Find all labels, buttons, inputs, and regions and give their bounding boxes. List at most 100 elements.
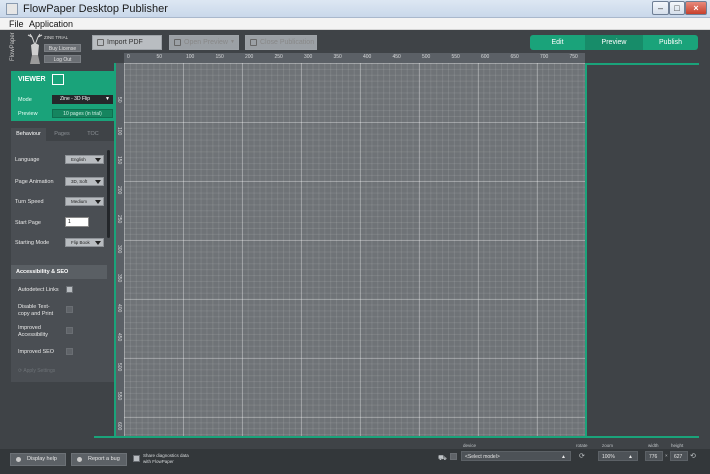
close-window-button[interactable]: × xyxy=(685,1,707,15)
preview-mode-button[interactable]: Preview xyxy=(585,35,643,50)
tab-pages[interactable]: Pages xyxy=(46,128,78,141)
canvas-edge-top xyxy=(587,63,699,65)
minimize-button[interactable]: – xyxy=(652,1,669,15)
width-input[interactable]: 776 xyxy=(645,451,663,461)
rotate-icon[interactable]: ⟳ xyxy=(579,452,585,460)
tab-behaviour[interactable]: Behaviour xyxy=(11,128,46,141)
canvas-edge-right xyxy=(585,63,587,437)
ruler-top-label: 750 xyxy=(569,54,578,60)
starting-mode-select[interactable]: Flip Book xyxy=(65,238,104,247)
disable-text-checkbox[interactable] xyxy=(66,306,73,313)
panel-scrollbar[interactable] xyxy=(107,150,110,238)
device-icon: ⛟ xyxy=(438,455,447,462)
log-out-button[interactable]: Log Out xyxy=(44,55,81,63)
apply-settings-button[interactable]: ⟳ Apply Settings xyxy=(18,368,55,374)
close-publication-label: Close Publication xyxy=(260,39,315,46)
device-toggle-checkbox[interactable] xyxy=(450,453,457,460)
ruler-left-label: 250 xyxy=(116,215,122,224)
open-preview-label: Open Preview xyxy=(184,39,228,46)
chevron-down-icon xyxy=(95,180,101,184)
language-select[interactable]: English xyxy=(65,155,104,164)
maximize-button[interactable]: □ xyxy=(669,1,685,15)
mode-select[interactable]: Zine - 3D Flip ▼ xyxy=(52,95,113,104)
menu-bar: File Application xyxy=(0,18,710,30)
close-publication-button[interactable]: Close Publication xyxy=(245,35,317,50)
help-icon xyxy=(16,457,21,462)
window-title: FlowPaper Desktop Publisher xyxy=(23,3,168,15)
turn-speed-select[interactable]: Medium xyxy=(65,197,104,206)
edit-mode-button[interactable]: Edit xyxy=(530,35,585,50)
height-input[interactable]: 627 xyxy=(670,451,688,461)
device-select[interactable]: <Select model> ▲ xyxy=(461,451,571,461)
ruler-top-label: 650 xyxy=(510,54,519,60)
start-page-label: Start Page xyxy=(15,220,41,226)
share-diagnostics-label-1: Share diagnostics data xyxy=(143,453,189,458)
menu-application[interactable]: Application xyxy=(29,18,73,30)
preview-pages-value: 10 pages (in trial) xyxy=(52,109,113,118)
accessibility-heading[interactable]: Accessibility & SEO xyxy=(11,265,107,279)
display-help-button[interactable]: Display help xyxy=(10,453,66,466)
chevron-down-icon: ▼ xyxy=(105,96,110,102)
ruler-top-label: 600 xyxy=(481,54,490,60)
refresh-icon[interactable]: ⟲ xyxy=(690,452,696,460)
start-page-input[interactable]: 1 xyxy=(65,217,89,227)
chevron-down-icon xyxy=(95,200,101,204)
open-preview-button[interactable]: Open Preview ▼ xyxy=(169,35,239,50)
ruler-top-label: 450 xyxy=(392,54,401,60)
menu-file[interactable]: File xyxy=(9,18,24,30)
report-bug-label: Report a bug xyxy=(88,456,120,462)
improved-accessibility-label-2: Accessibility xyxy=(18,332,48,338)
page-animation-value: 3D, Soft xyxy=(71,179,88,184)
ruler-left-label: 500 xyxy=(116,362,122,371)
mode-switcher: Edit Preview Publish xyxy=(530,35,698,50)
ruler-left-label: 450 xyxy=(116,333,122,342)
improved-accessibility-checkbox[interactable] xyxy=(66,327,73,334)
turn-speed-label: Turn Speed xyxy=(15,199,44,205)
buy-license-button[interactable]: Buy License xyxy=(44,44,81,52)
ruler-left-label: 400 xyxy=(116,303,122,312)
page-canvas[interactable] xyxy=(124,63,585,437)
ruler-top: 0 50 100 150 200 250 300 350 400 450 500 550 600 650 7… xyxy=(124,53,585,63)
settings-tabs: Behaviour Pages TOC xyxy=(11,128,115,141)
ruler-left-label: 200 xyxy=(116,185,122,194)
display-help-label: Display help xyxy=(27,456,57,462)
device-select-value: <Select model> xyxy=(465,454,500,460)
canvas-edge-bottom xyxy=(94,436,699,438)
page-animation-select[interactable]: 3D, Soft xyxy=(65,177,104,186)
chevron-up-icon: ▲ xyxy=(561,454,566,460)
ruler-top-label: 500 xyxy=(422,54,431,60)
share-diagnostics-checkbox[interactable] xyxy=(133,455,140,462)
ruler-left-label: 600 xyxy=(116,421,122,430)
height-label: height xyxy=(671,443,684,448)
preview-icon xyxy=(174,39,181,46)
zoom-select[interactable]: 100% ▲ xyxy=(598,451,638,461)
ruler-top-label: 300 xyxy=(304,54,313,60)
zoom-value: 100% xyxy=(602,454,615,460)
close-doc-icon xyxy=(250,39,257,46)
tab-toc[interactable]: TOC xyxy=(78,128,108,141)
ruler-left-label: 50 xyxy=(116,97,122,103)
publish-mode-button[interactable]: Publish xyxy=(643,35,698,50)
zoom-label: zoom xyxy=(602,443,614,448)
autodetect-links-checkbox[interactable] xyxy=(66,286,73,293)
ruler-top-label: 50 xyxy=(156,54,163,60)
edition-label: ZINE TRIAL xyxy=(44,35,69,40)
ruler-left-label: 550 xyxy=(116,392,122,401)
improved-seo-checkbox[interactable] xyxy=(66,348,73,355)
language-label: Language xyxy=(15,157,40,163)
report-bug-button[interactable]: Report a bug xyxy=(71,453,127,466)
document-icon xyxy=(97,39,104,46)
app-icon xyxy=(6,3,18,15)
canvas-edge-left xyxy=(114,63,116,437)
turn-speed-value: Medium xyxy=(71,199,88,204)
mode-label: Mode xyxy=(18,97,32,103)
preview-label: Preview xyxy=(18,111,38,117)
improved-accessibility-label-1: Improved xyxy=(18,325,41,331)
mode-select-value: Zine - 3D Flip xyxy=(60,96,91,102)
ruler-top-label: 100 xyxy=(186,54,195,60)
viewer-device-icon xyxy=(52,74,64,85)
ruler-left-label: 100 xyxy=(116,126,122,135)
ruler-top-label: 700 xyxy=(540,54,549,60)
ruler-left-label: 150 xyxy=(116,156,122,165)
import-pdf-button[interactable]: Import PDF xyxy=(92,35,162,50)
